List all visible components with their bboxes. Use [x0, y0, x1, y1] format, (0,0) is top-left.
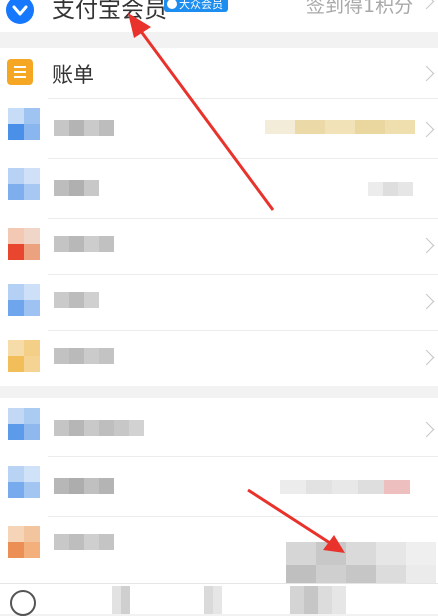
alipay-mine-screen: 支付宝会员 大众会员 签到得1积分 账单: [0, 0, 438, 616]
blurred-row-7[interactable]: [0, 456, 438, 516]
alipay-member-icon: [6, 0, 34, 24]
alipay-home-tab-icon[interactable]: [10, 590, 36, 616]
blurred-text: [54, 180, 99, 196]
blurred-icon: [8, 340, 40, 372]
checkin-points-text: 签到得1积分: [306, 0, 414, 17]
blurred-text: [54, 534, 114, 550]
blurred-group-1: [0, 98, 438, 386]
bill-icon: [7, 59, 33, 85]
blurred-icon: [8, 168, 40, 200]
blurred-icon: [8, 526, 40, 558]
blurred-row-8[interactable]: [0, 516, 438, 611]
blurred-text: [54, 236, 114, 252]
blurred-value-text: [280, 480, 410, 494]
blurred-text: [54, 420, 144, 436]
blurred-row-1[interactable]: [0, 98, 438, 158]
bill-label: 账单: [52, 63, 94, 87]
blurred-icon: [8, 408, 40, 440]
member-level-label: 大众会员: [179, 0, 223, 11]
blurred-tab-icon[interactable]: [112, 586, 130, 614]
member-title: 支付宝会员: [52, 0, 167, 23]
member-level-badge: 大众会员: [164, 0, 228, 12]
blurred-tab-icon[interactable]: [204, 586, 222, 614]
bill-row[interactable]: 账单: [0, 48, 438, 98]
chevron-right-icon: [418, 65, 435, 82]
blurred-row-4[interactable]: [0, 274, 438, 330]
member-header-row[interactable]: 支付宝会员 大众会员 签到得1积分: [0, 0, 438, 32]
blurred-row-5[interactable]: [0, 330, 438, 386]
blurred-icon: [8, 108, 40, 140]
blurred-row-3[interactable]: [0, 218, 438, 274]
blurred-text: [54, 120, 114, 136]
blurred-group-2: [0, 398, 438, 611]
blurred-promo-text: [265, 120, 415, 134]
badge-check-icon: [167, 0, 177, 9]
blurred-tab-icon[interactable]: [290, 586, 346, 614]
bottom-tab-bar: [0, 583, 438, 616]
blurred-value-text: [368, 182, 413, 196]
blurred-row-6[interactable]: [0, 398, 438, 456]
blurred-icon: [8, 228, 40, 260]
blurred-text: [54, 292, 99, 308]
blurred-icon: [8, 284, 40, 316]
blurred-icon: [8, 466, 40, 498]
blurred-row-2[interactable]: [0, 158, 438, 218]
blurred-text: [54, 478, 114, 494]
blurred-text: [54, 348, 114, 364]
chevron-right-icon: [418, 0, 435, 10]
